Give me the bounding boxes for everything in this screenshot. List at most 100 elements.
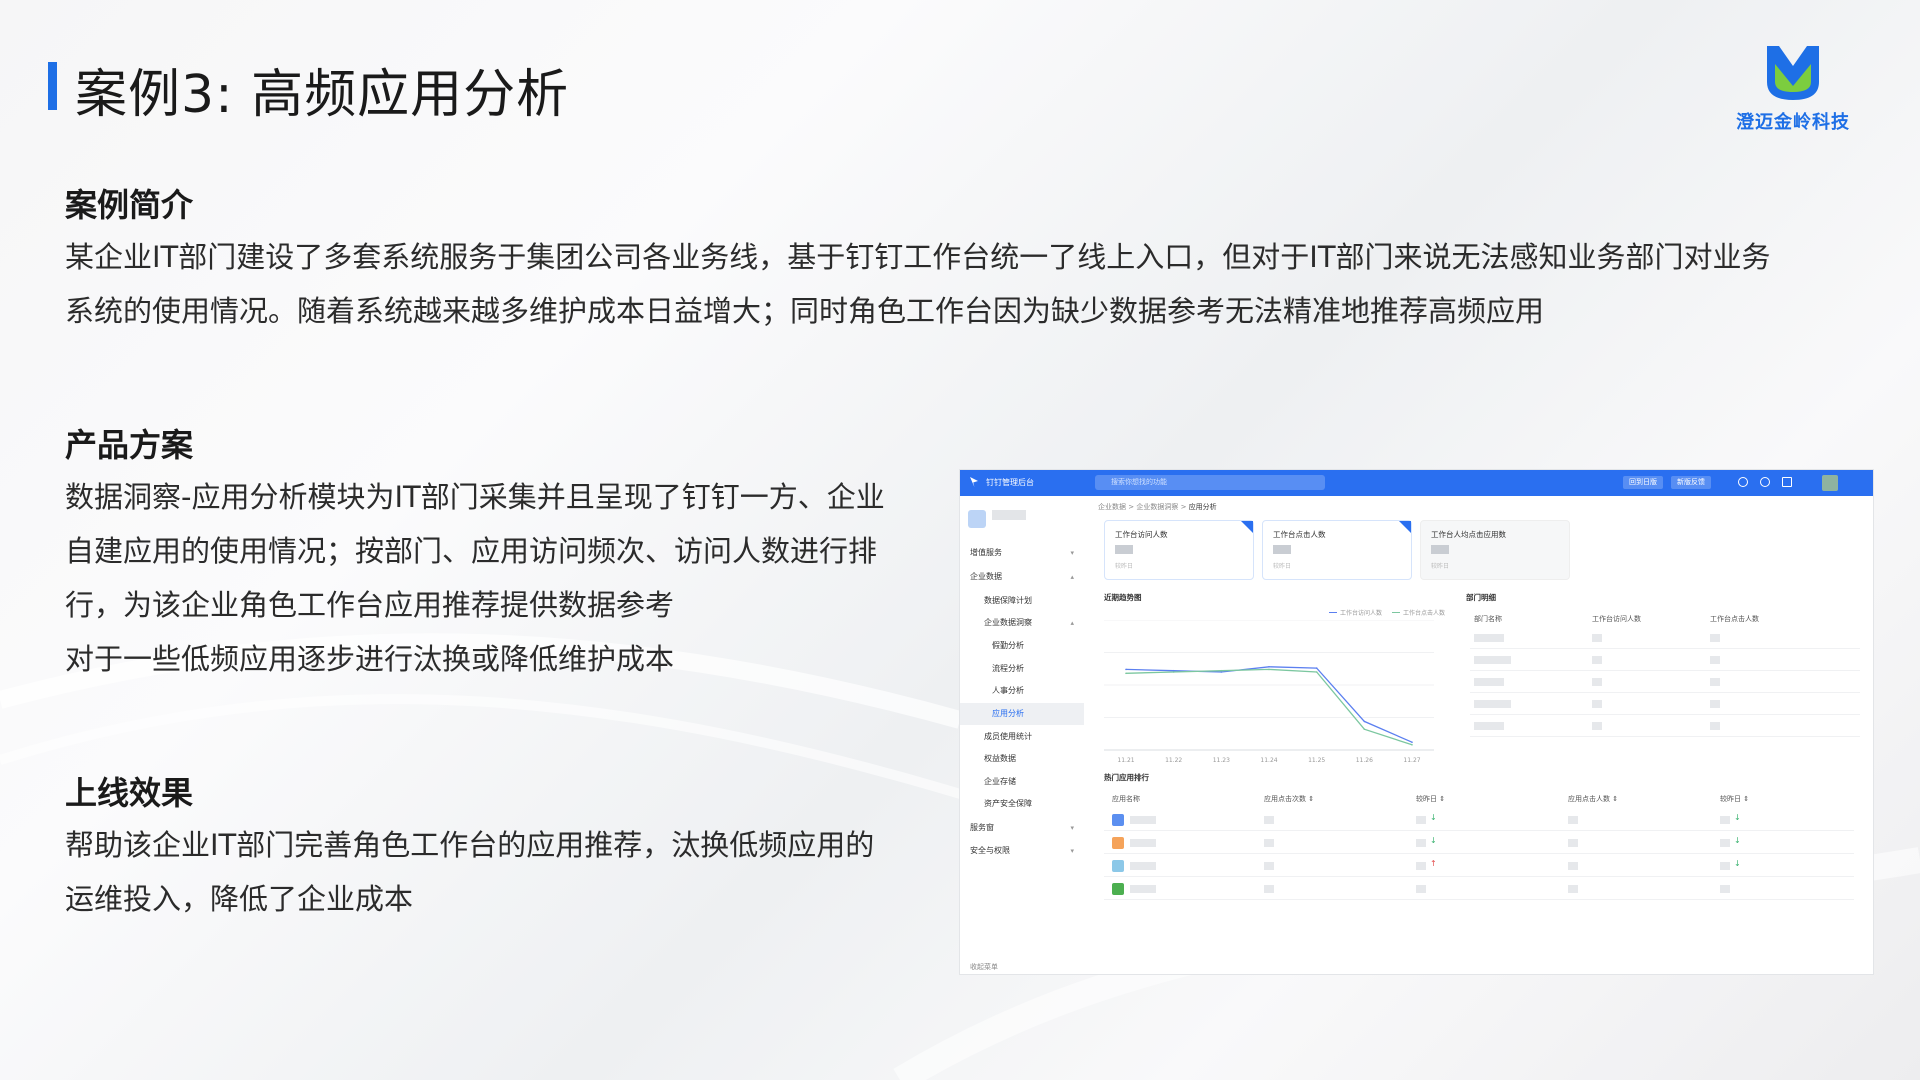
avatar[interactable]	[1822, 475, 1838, 491]
masked-cell	[1130, 816, 1156, 824]
console-search-input[interactable]: 搜索你想找的功能	[1095, 475, 1325, 490]
sidebar-item-label: 企业数据洞察	[984, 618, 1032, 627]
chevron-icon: ▴	[1070, 619, 1074, 627]
org-name	[992, 510, 1026, 520]
hot-apps-title: 热门应用排行	[1104, 773, 1149, 782]
solution-paragraph: 数据洞察-应用分析模块为IT部门采集并且呈现了钉钉一方、企业 自建应用的使用情况…	[65, 470, 885, 686]
sidebar-item[interactable]: 资产安全保障	[960, 793, 1084, 815]
sidebar-item[interactable]: 数据保障计划	[960, 590, 1084, 612]
chart-legend: 工作台访问人数 工作台点击人数	[1321, 608, 1445, 617]
sidebar-item[interactable]: 服务窗 ▾	[960, 817, 1084, 839]
sidebar-item[interactable]: 权益数据	[960, 748, 1084, 770]
sidebar-item[interactable]: 企业存储	[960, 771, 1084, 793]
chevron-icon: ▾	[1070, 824, 1074, 832]
table-row-divider	[1104, 830, 1854, 831]
company-logo: 澄迈金岭科技	[1735, 42, 1851, 133]
sidebar-item[interactable]: 增值服务 ▾	[960, 542, 1084, 564]
effect-line: 帮助该企业IT部门完善角色工作台的应用推荐，汰换低频应用的	[65, 828, 875, 862]
console-brand: 钉钉管理后台	[970, 477, 1034, 488]
legend-label: 工作台点击人数	[1402, 610, 1445, 617]
data-point	[1315, 671, 1318, 673]
stat-card-clickers[interactable]: 工作台点击人数 较昨日	[1262, 520, 1412, 580]
sidebar-item-label: 假勤分析	[992, 641, 1024, 650]
masked-cell	[1416, 839, 1426, 847]
back-to-old-version-button[interactable]: 回到日版	[1623, 476, 1663, 489]
fullscreen-icon[interactable]	[1782, 477, 1792, 487]
masked-cell	[1264, 816, 1274, 824]
trend-arrow-icon: ↓	[1430, 813, 1437, 822]
dept-detail-title: 部门明细	[1466, 593, 1496, 602]
masked-cell	[1710, 634, 1720, 642]
masked-cell	[1474, 722, 1504, 730]
masked-cell	[1474, 656, 1511, 664]
sidebar-item[interactable]: 企业数据 ▴	[960, 566, 1084, 588]
masked-cell	[1474, 634, 1504, 642]
legend-swatch	[1391, 612, 1400, 613]
rank-header-users-delta[interactable]: 较昨日 ⇕	[1720, 794, 1749, 804]
table-row-divider	[1470, 692, 1860, 693]
masked-cell	[1130, 862, 1156, 870]
data-point	[1315, 667, 1318, 669]
sidebar-item[interactable]: 成员使用统计	[960, 726, 1084, 748]
stat-card-visitors[interactable]: 工作台访问人数 较昨日	[1104, 520, 1254, 580]
solution-line: 对于一些低频应用逐步进行汰换或降低维护成本	[65, 642, 675, 676]
console-brand-label: 钉钉管理后台	[986, 478, 1034, 487]
solution-heading: 产品方案	[65, 426, 194, 464]
dingtalk-logo-icon	[970, 477, 978, 487]
rank-header-app: 应用名称	[1112, 795, 1140, 803]
stat-card-avg-apps[interactable]: 工作台人均点击应用数 较昨日	[1420, 520, 1570, 580]
x-tick-label: 11.21	[1117, 757, 1134, 764]
breadcrumb-separator: >	[1180, 503, 1187, 511]
dept-header-visitors: 工作台访问人数	[1592, 615, 1641, 623]
effect-line: 运维投入，降低了企业成本	[65, 882, 414, 916]
table-row-divider	[1104, 899, 1854, 900]
rank-header-clicks[interactable]: 应用点击次数 ⇕	[1264, 794, 1314, 804]
help-icon[interactable]	[1738, 477, 1748, 487]
sidebar-item[interactable]: 人事分析	[960, 680, 1084, 702]
breadcrumb-item[interactable]: 企业数据洞察	[1136, 503, 1178, 511]
trend-chart-title: 近期趋势图	[1104, 593, 1142, 602]
sidebar-item[interactable]: 流程分析	[960, 658, 1084, 680]
breadcrumb-item[interactable]: 企业数据	[1098, 503, 1126, 511]
sidebar-item[interactable]: 假勤分析	[960, 635, 1084, 657]
sidebar-item[interactable]: 安全与权限 ▾	[960, 840, 1084, 862]
rank-header-clicks-delta[interactable]: 较昨日 ⇕	[1416, 794, 1445, 804]
masked-cell	[1416, 816, 1426, 824]
x-tick-label: 11.25	[1308, 757, 1325, 764]
sidebar-item-label: 人事分析	[992, 686, 1024, 695]
masked-cell	[1592, 634, 1602, 642]
data-point	[1125, 672, 1127, 675]
masked-cell	[1720, 839, 1730, 847]
trend-arrow-icon: ↓	[1734, 859, 1741, 868]
sidebar-item[interactable]: 企业数据洞察 ▴	[960, 612, 1084, 634]
stat-card-sub: 较昨日	[1273, 563, 1292, 570]
solution-line: 行，为该企业角色工作台应用推荐提供数据参考	[65, 588, 675, 622]
collapse-menu-button[interactable]: 收起菜单	[960, 956, 1084, 974]
app-icon	[1112, 814, 1124, 826]
intro-line: 系统的使用情况。随着系统越来越多维护成本日益增大；同时角色工作台因为缺少数据参考…	[65, 294, 1545, 328]
sidebar-item-label: 安全与权限	[970, 846, 1010, 855]
table-row-divider	[1470, 714, 1860, 715]
masked-cell	[1568, 862, 1578, 870]
masked-cell	[1720, 885, 1730, 893]
sidebar-item-label: 流程分析	[992, 664, 1024, 673]
logo-mark-icon	[1767, 46, 1819, 100]
feedback-button[interactable]: 新版反馈	[1671, 476, 1711, 489]
x-tick-label: 11.27	[1403, 757, 1420, 764]
masked-cell	[1130, 885, 1156, 893]
sidebar-item-label: 应用分析	[992, 709, 1024, 718]
masked-cell	[1264, 839, 1274, 847]
rank-header-users[interactable]: 应用点击人数 ⇕	[1568, 794, 1618, 804]
masked-cell	[1568, 816, 1578, 824]
series-line	[1125, 668, 1413, 746]
selected-corner-icon	[1399, 521, 1411, 533]
sidebar-item[interactable]: 应用分析	[960, 703, 1084, 725]
refresh-icon[interactable]	[1760, 477, 1770, 487]
admin-console-screenshot: 钉钉管理后台 搜索你想找的功能 回到日版 新版反馈 增值服务 ▾ 企业数据 ▴ 数据保障…	[960, 470, 1873, 974]
sidebar-item-label: 服务窗	[970, 823, 994, 832]
data-point	[1220, 669, 1223, 672]
breadcrumb-separator: >	[1128, 503, 1135, 511]
chevron-icon: ▾	[1070, 847, 1074, 855]
x-tick-label: 11.24	[1260, 757, 1277, 764]
sidebar-item-label: 成员使用统计	[984, 732, 1032, 741]
